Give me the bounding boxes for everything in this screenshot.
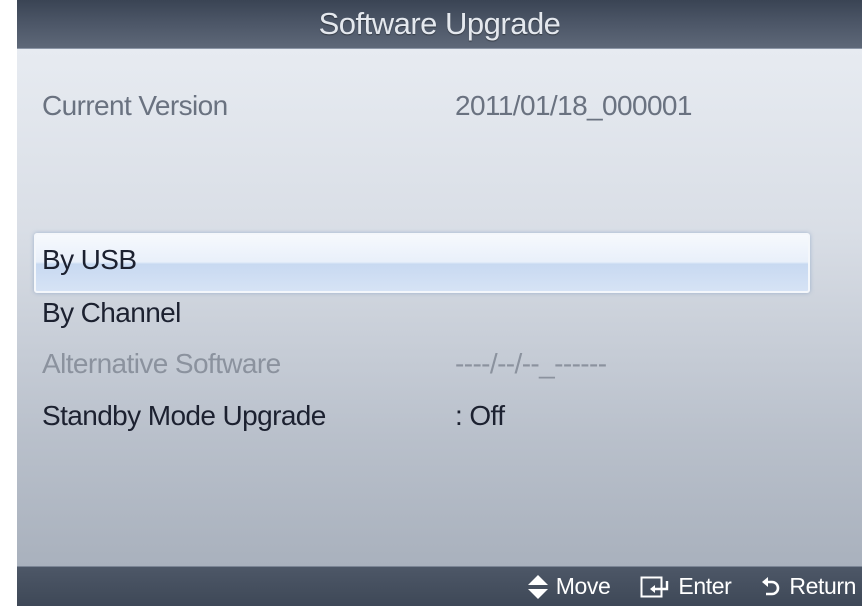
return-icon (761, 576, 781, 598)
return-hint-label: Return (789, 573, 856, 599)
current-version-value: 2011/01/18_000001 (455, 90, 692, 121)
menu-item-by-channel[interactable]: By Channel (42, 297, 181, 329)
current-version-label: Current Version (42, 90, 228, 121)
enter-hint: Enter (640, 573, 732, 600)
menu-item-alternative-software: Alternative Software (42, 348, 281, 379)
alternative-software-value: ----/--/--_------ (455, 348, 607, 379)
software-upgrade-screen: Software Upgrade Current Version 2011/01… (17, 0, 862, 606)
up-down-arrow-icon (527, 574, 548, 599)
enter-hint-label: Enter (678, 573, 732, 599)
standby-mode-upgrade-value[interactable]: : Off (455, 400, 505, 432)
menu-item-by-usb[interactable]: By USB (42, 244, 137, 276)
title-bar: Software Upgrade (17, 0, 862, 49)
move-hint: Move (527, 573, 611, 600)
content-panel: Current Version 2011/01/18_000001 By USB… (17, 49, 862, 566)
page-title: Software Upgrade (318, 6, 561, 41)
return-hint: Return (761, 573, 856, 600)
selection-highlight (34, 233, 810, 293)
enter-icon (640, 576, 670, 598)
footer-hint-bar: Move Enter Return (17, 566, 862, 606)
menu-item-standby-mode-upgrade[interactable]: Standby Mode Upgrade (42, 400, 326, 432)
move-hint-label: Move (555, 573, 611, 599)
